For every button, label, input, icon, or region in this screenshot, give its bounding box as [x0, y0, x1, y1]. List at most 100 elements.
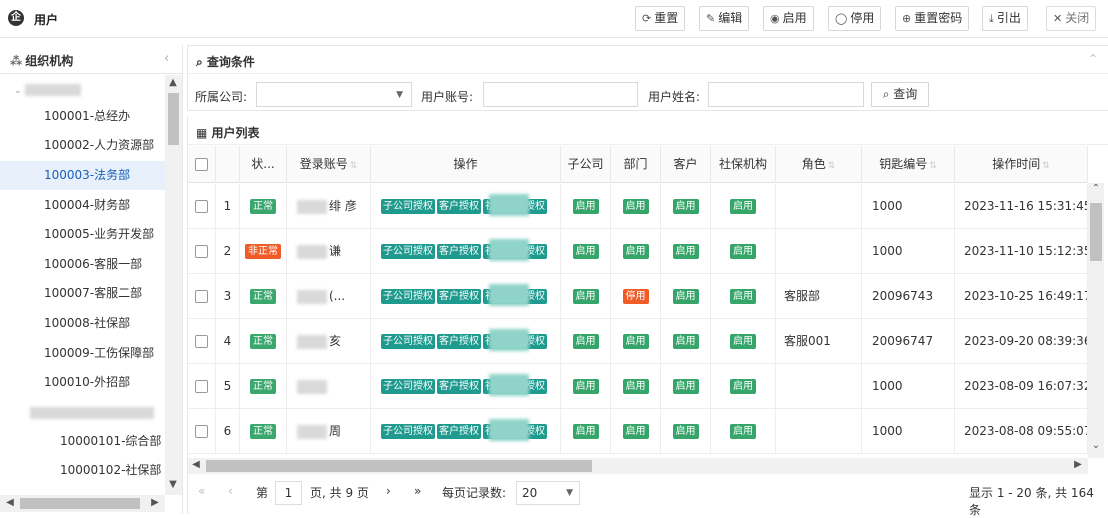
last-page-icon[interactable]: » [414, 484, 421, 498]
row-checkbox[interactable] [195, 200, 208, 213]
scroll-left-icon[interactable]: ◀ [188, 459, 204, 470]
role-cell [776, 364, 862, 409]
user-list-title: 用户列表 [211, 126, 260, 140]
disable-button[interactable]: ◯ 停用 [828, 6, 882, 31]
name-input[interactable] [708, 82, 864, 107]
close-button[interactable]: ✕ 关闭 [1046, 6, 1097, 31]
row-index: 6 [216, 409, 240, 454]
customer-status-cell: 启用 [661, 229, 711, 274]
op-customer-button[interactable]: 客户授权 [437, 379, 481, 394]
op-sub-company-button[interactable]: 子公司授权 [381, 289, 435, 304]
reset-button[interactable]: ⟳ 重置 [635, 6, 686, 31]
row-checkbox[interactable] [195, 290, 208, 303]
account-cell: (... [287, 274, 371, 319]
status-badge: 正常 [250, 289, 276, 304]
key-no-cell: 1000 [862, 409, 955, 454]
operation-cell: 子公司授权客户授权社保机构授权 [371, 184, 561, 229]
sort-icon[interactable]: ⇅ [1042, 161, 1050, 171]
col-account-header[interactable]: 登录账号 ⇅ [287, 146, 371, 183]
sub-company-status-cell: 启用 [561, 184, 611, 229]
op-customer-button[interactable]: 客户授权 [437, 244, 481, 259]
tree-item[interactable]: 100009-工伤保障部 [0, 339, 165, 368]
op-customer-button[interactable]: 客户授权 [437, 424, 481, 439]
collapse-panel-icon[interactable]: ‹ [164, 51, 169, 66]
reset-password-button[interactable]: ⊕ 重置密码 [895, 6, 970, 31]
tree-item[interactable]: 100010-外招部 [0, 368, 165, 397]
op-sub-company-button[interactable]: 子公司授权 [381, 334, 435, 349]
op-customer-button[interactable]: 客户授权 [437, 334, 481, 349]
scroll-down-icon[interactable]: ▼ [165, 479, 181, 490]
scroll-thumb[interactable] [20, 498, 140, 509]
tree-group-node[interactable] [0, 398, 165, 427]
tree-item[interactable]: 100001-总经办 [0, 102, 165, 131]
enable-status-badge: 启用 [672, 379, 699, 394]
scroll-up-icon[interactable]: ⌃ [1088, 183, 1104, 194]
scroll-down-icon[interactable]: ⌄ [1088, 440, 1104, 451]
grid-horizontal-scrollbar[interactable]: ◀ ▶ [188, 458, 1088, 474]
row-checkbox[interactable] [195, 335, 208, 348]
redacted-text [297, 289, 327, 304]
tree-item[interactable]: 10000101-综合部 [0, 427, 165, 456]
select-all-checkbox[interactable] [195, 158, 208, 171]
scroll-right-icon[interactable]: ▶ [1070, 459, 1086, 470]
col-role-header[interactable]: 角色 ⇅ [776, 146, 862, 183]
scroll-thumb[interactable] [168, 93, 179, 145]
customer-status-cell: 启用 [661, 184, 711, 229]
tree-horizontal-scrollbar[interactable]: ◀ ▶ [0, 495, 165, 512]
op-customer-button[interactable]: 客户授权 [437, 289, 481, 304]
status-badge: 非正常 [245, 244, 281, 259]
status-cell: 正常 [240, 409, 287, 454]
scroll-thumb[interactable] [206, 460, 592, 472]
tree-item[interactable]: 10000102-社保部 [0, 456, 165, 485]
tree-item[interactable]: 100002-人力资源部 [0, 131, 165, 160]
tree-root-node[interactable]: ⌄ [0, 75, 165, 104]
op-sub-company-button[interactable]: 子公司授权 [381, 379, 435, 394]
account-input[interactable] [483, 82, 638, 107]
sort-icon[interactable]: ⇅ [929, 161, 937, 171]
dept-status-cell: 启用 [611, 229, 661, 274]
next-page-icon[interactable]: › [386, 484, 391, 498]
scroll-thumb[interactable] [1090, 203, 1102, 261]
op-sub-company-button[interactable]: 子公司授权 [381, 199, 435, 214]
sort-icon[interactable]: ⇅ [828, 161, 836, 171]
col-key-no-header[interactable]: 钥匙编号 ⇅ [862, 146, 955, 183]
select-all-checkbox[interactable] [188, 146, 216, 183]
first-page-icon[interactable]: « [198, 484, 205, 498]
export-button[interactable]: ⤓ 引出 [982, 6, 1028, 31]
scroll-left-icon[interactable]: ◀ [2, 497, 18, 508]
page-size-select[interactable]: 20 ▼ [516, 481, 580, 505]
col-sub-company-header: 子公司 [561, 146, 611, 183]
op-sub-company-button[interactable]: 子公司授权 [381, 424, 435, 439]
tree-item[interactable]: 100004-财务部 [0, 191, 165, 220]
tree-item[interactable]: 100008-社保部 [0, 309, 165, 338]
tree-item[interactable]: 100005-业务开发部 [0, 220, 165, 249]
scroll-right-icon[interactable]: ▶ [147, 497, 163, 508]
search-button[interactable]: ⌕ 查询 [871, 82, 929, 107]
tree-item[interactable]: 100006-客服一部 [0, 250, 165, 279]
grid-vertical-scrollbar[interactable]: ⌃ ⌄ [1088, 183, 1104, 458]
page-number-input[interactable]: 1 [275, 481, 302, 505]
operation-cell: 子公司授权客户授权社保机构授权 [371, 274, 561, 319]
row-checkbox[interactable] [195, 425, 208, 438]
enable-button[interactable]: ◉ 启用 [763, 6, 814, 31]
status-badge: 正常 [250, 334, 276, 349]
scroll-up-icon[interactable]: ▲ [165, 77, 181, 88]
status-cell: 正常 [240, 274, 287, 319]
sort-icon[interactable]: ⇅ [350, 161, 358, 171]
row-checkbox[interactable] [195, 380, 208, 393]
op-customer-button[interactable]: 客户授权 [437, 199, 481, 214]
prev-page-icon[interactable]: ‹ [228, 484, 233, 498]
op-sub-company-button[interactable]: 子公司授权 [381, 244, 435, 259]
company-select[interactable]: ▼ [256, 82, 412, 107]
row-checkbox[interactable] [195, 245, 208, 258]
caret-down-icon: ▼ [566, 488, 573, 498]
row-index: 4 [216, 319, 240, 364]
chevron-up-icon[interactable]: ⌃ [1088, 52, 1098, 66]
edit-button[interactable]: ✎ 编辑 [699, 6, 750, 31]
role-cell [776, 229, 862, 274]
tree-vertical-scrollbar[interactable]: ▲ ▼ [165, 75, 182, 495]
tree-item-selected[interactable]: 100003-法务部 [0, 161, 165, 190]
col-time-header[interactable]: 操作时间 ⇅ [955, 146, 1088, 183]
tree-item[interactable]: 100007-客服二部 [0, 279, 165, 308]
enable-status-badge: 启用 [672, 424, 699, 439]
